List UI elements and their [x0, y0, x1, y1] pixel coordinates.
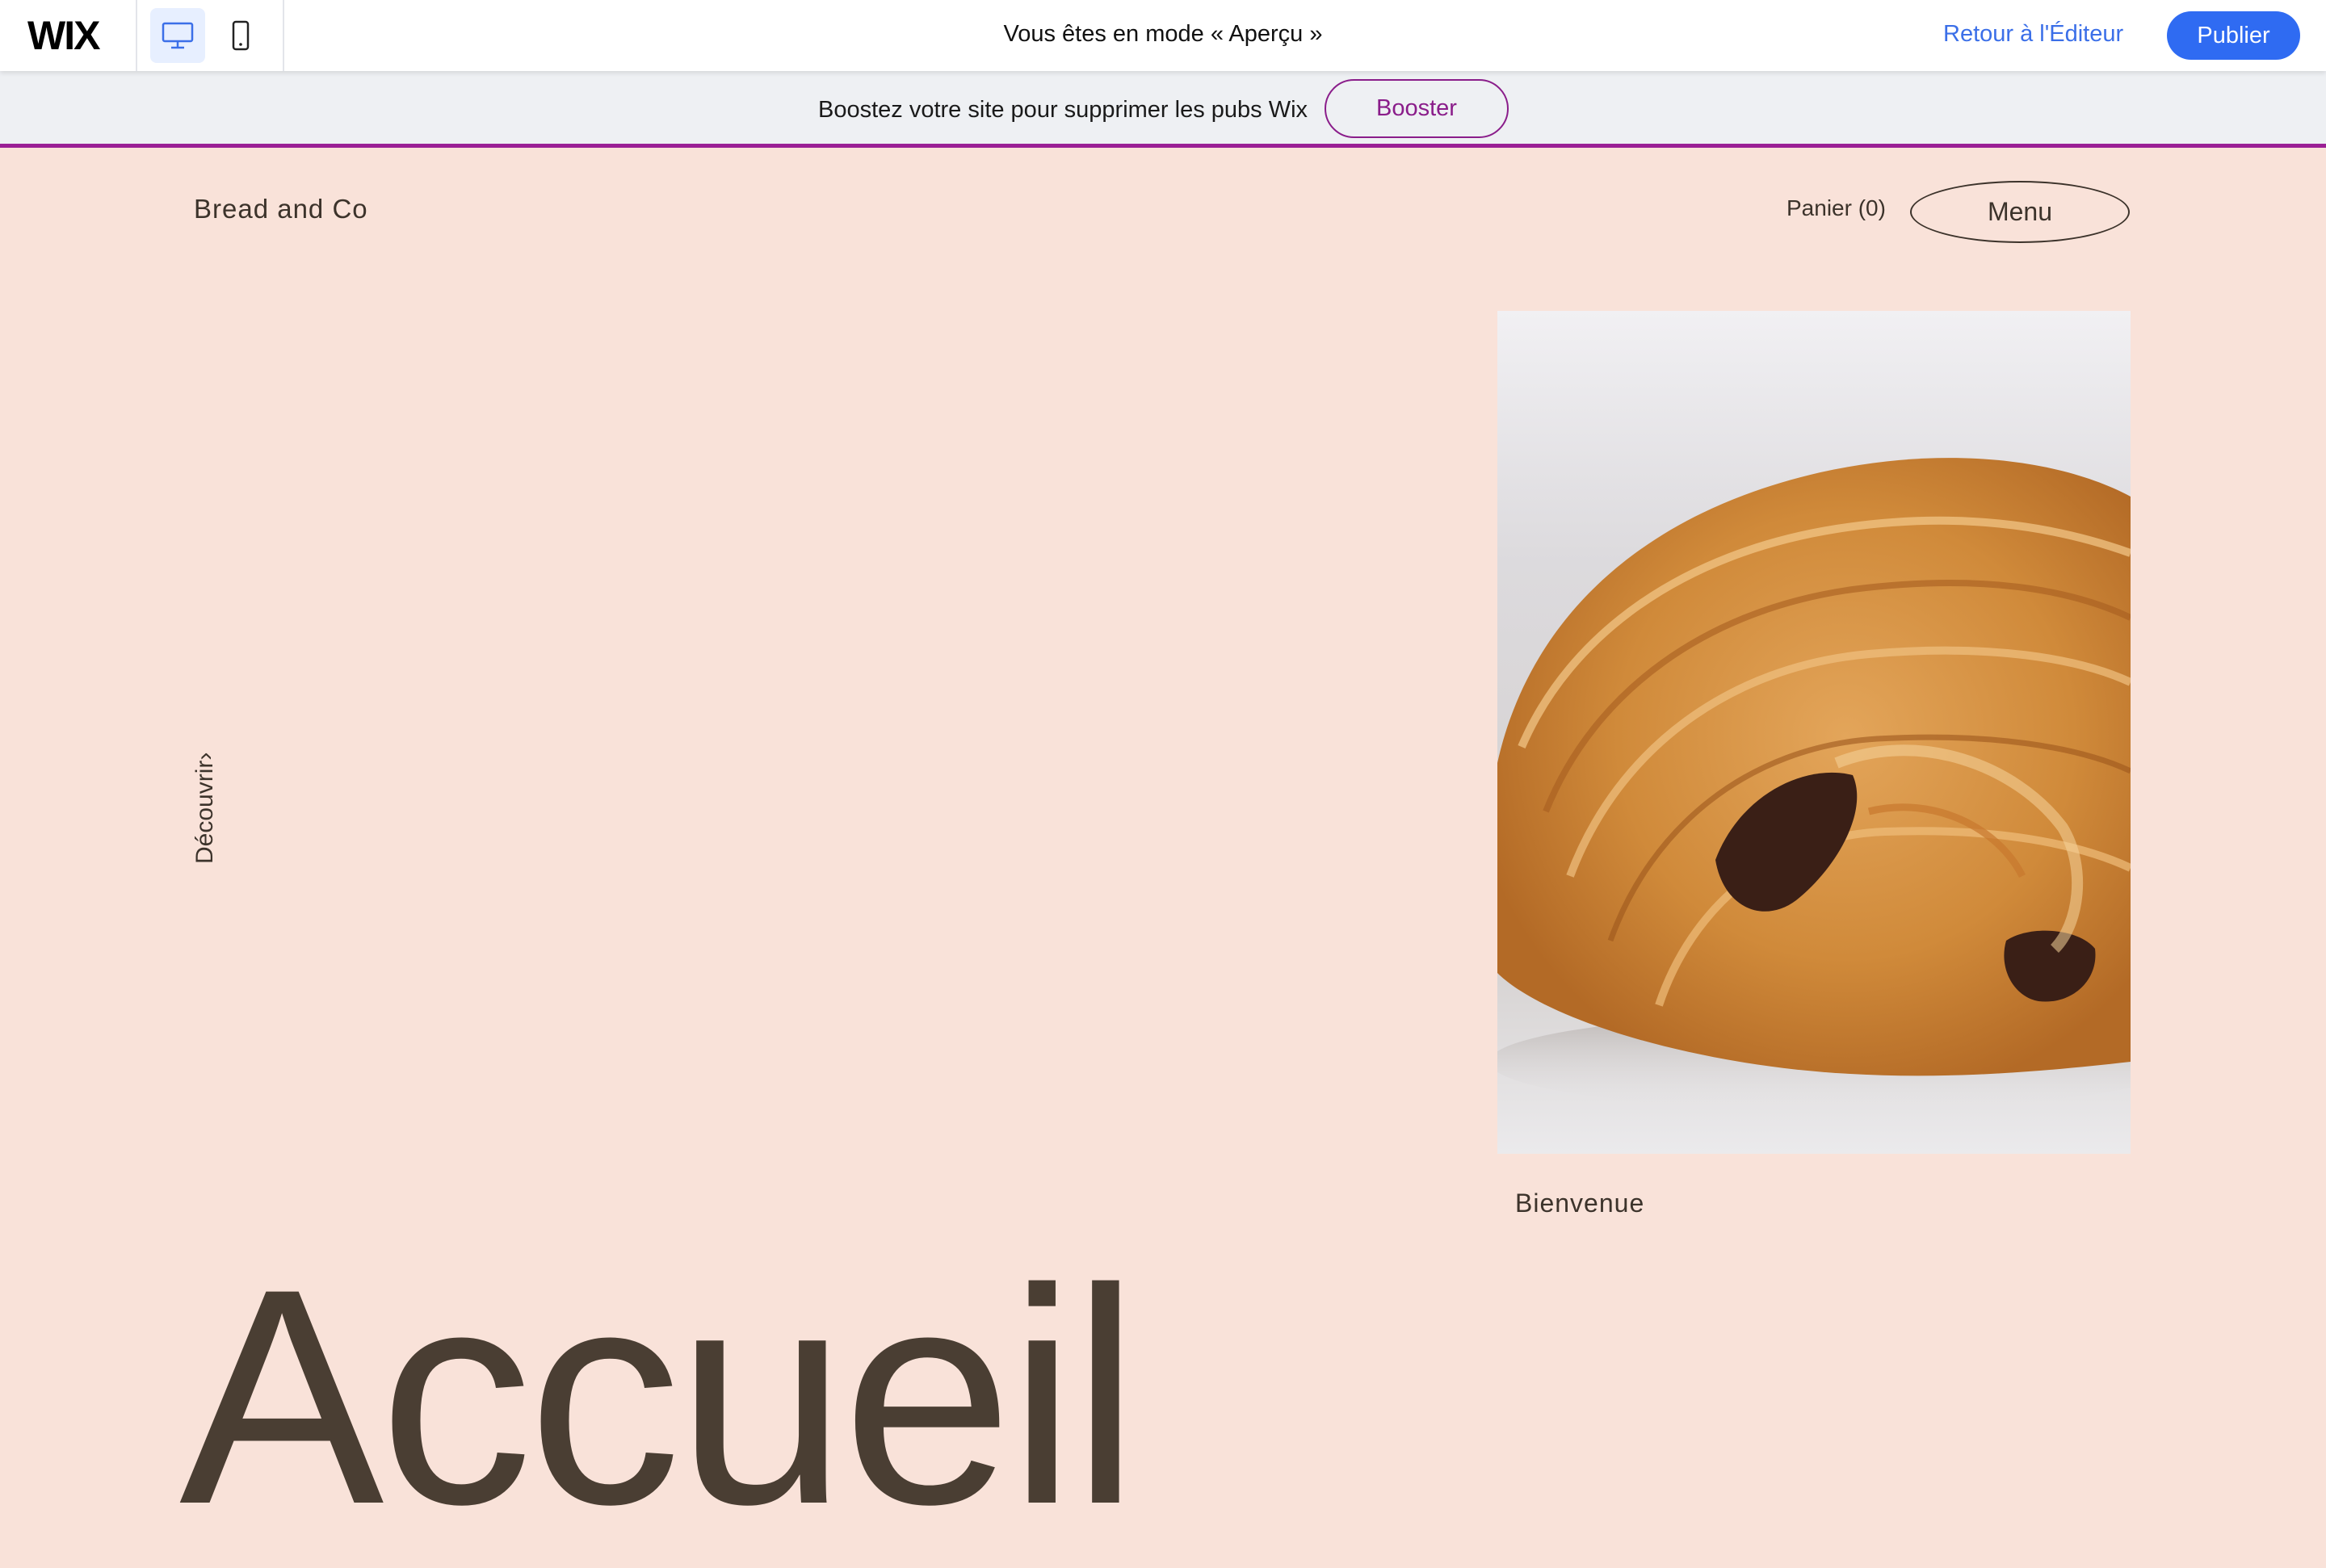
menu-button[interactable]: Menu: [1910, 181, 2130, 243]
ad-banner-text: Boostez votre site pour supprimer les pu…: [818, 97, 1308, 123]
upgrade-ad-banner: Boostez votre site pour supprimer les pu…: [0, 71, 2326, 148]
page-title: Accueil: [179, 1225, 1140, 1568]
boost-button[interactable]: Booster: [1325, 79, 1509, 138]
discover-link[interactable]: Découvrir›: [191, 735, 220, 864]
hero-image: [1497, 311, 2131, 1154]
back-to-editor-link[interactable]: Retour à l'Éditeur: [1943, 21, 2123, 48]
welcome-caption: Bienvenue: [1515, 1189, 1645, 1218]
site-name[interactable]: Bread and Co: [194, 194, 368, 224]
pain-au-chocolat-photo: [1497, 311, 2131, 1154]
publish-button[interactable]: Publier: [2167, 11, 2300, 60]
editor-preview-bar: WIX Vous êtes en mode « Aperçu » Retour …: [0, 0, 2326, 71]
cart-link[interactable]: Panier (0): [1786, 195, 1886, 221]
discover-label: Découvrir›: [191, 752, 218, 864]
